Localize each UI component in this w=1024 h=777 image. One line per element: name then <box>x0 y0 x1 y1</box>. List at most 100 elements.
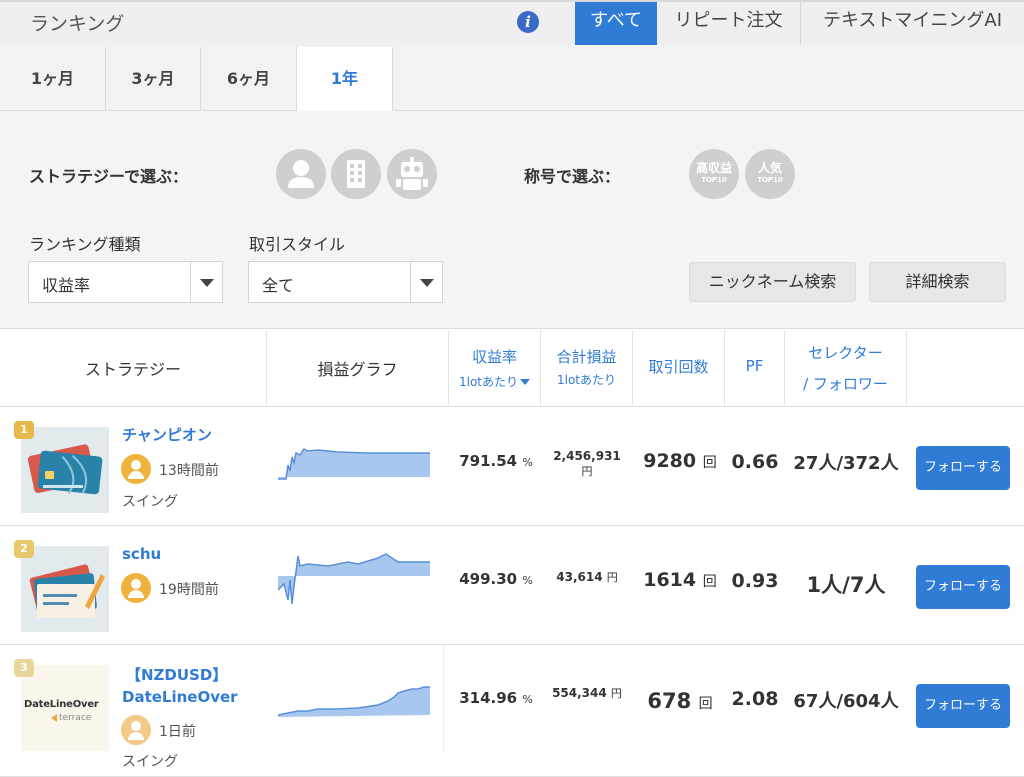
profit-rate-value: 499.30 <box>459 570 518 588</box>
rank-badge: 3 <box>14 659 34 677</box>
selector-follower-count: 27人/372人 <box>793 453 899 474</box>
trade-count-value: 9280 <box>643 450 697 472</box>
person-icon[interactable] <box>276 149 326 199</box>
chevron-down-icon <box>410 262 442 302</box>
profit-factor: 0.93 <box>731 570 779 592</box>
trade-style: スイング <box>122 494 178 510</box>
updated-time: 19時間前 <box>159 582 219 598</box>
header-trades-label: 取引回数 <box>648 358 709 376</box>
rank-badge: 1 <box>14 421 34 439</box>
trade-count-value: 678 <box>647 689 692 713</box>
total-profit: 554,344 円 <box>545 686 629 701</box>
table-row: DateLineOver terrace 3 【NZDUSD】 DateLine… <box>0 645 1024 777</box>
thumbnail-brand: DateLineOver <box>24 699 99 710</box>
trade-style-value: 全て <box>262 276 295 295</box>
updated-time: 1日前 <box>159 724 196 740</box>
tab-text-mining-ai[interactable]: テキストマイニングAI <box>800 2 1024 45</box>
profit-rate-value: 314.96 <box>459 689 518 707</box>
arrow-left-icon <box>51 714 57 722</box>
strategy-thumbnail[interactable] <box>21 427 109 513</box>
strategy-name-link[interactable]: schu <box>122 544 161 565</box>
profit-rate-unit: % <box>522 456 533 469</box>
user-avatar-icon[interactable] <box>121 454 151 484</box>
strategy-thumbnail[interactable]: DateLineOver terrace <box>21 665 109 751</box>
header-selector-follower[interactable]: セレクター / フォロワー <box>785 330 907 406</box>
rank-badge: 2 <box>14 540 34 558</box>
total-profit-value: 43,614 <box>556 570 603 584</box>
follow-button[interactable]: フォローする <box>916 446 1010 490</box>
total-profit-value: 554,344 <box>552 686 607 700</box>
header-profit-label: 合計損益 <box>556 348 617 366</box>
tab-all[interactable]: すべて <box>575 2 657 45</box>
strategy-filter-label: ストラテジーで選ぶ： <box>29 167 189 186</box>
total-profit-unit: 円 <box>581 465 593 478</box>
robot-icon[interactable] <box>387 149 437 199</box>
period-tab-1y[interactable]: 1年 <box>297 47 393 112</box>
user-avatar-icon[interactable] <box>121 715 151 745</box>
follow-button[interactable]: フォローする <box>916 684 1010 728</box>
profit-graph <box>278 553 430 605</box>
popular-badge[interactable]: 人気 TOP10 <box>745 149 795 199</box>
ranking-type-value: 収益率 <box>42 276 91 295</box>
header-trades[interactable]: 取引回数 <box>633 330 725 406</box>
sort-desc-icon <box>520 378 531 385</box>
header-follower-label: / フォロワー <box>803 375 888 393</box>
strategy-thumbnail[interactable] <box>21 546 109 632</box>
ranking-type-label: ランキング種類 <box>29 235 141 254</box>
trade-style: スイング <box>122 754 178 770</box>
period-tab-6m[interactable]: 6ヶ月 <box>201 47 297 111</box>
high-profit-badge-sub: TOP10 <box>701 176 727 184</box>
chevron-down-icon <box>190 262 222 302</box>
profit-graph <box>278 686 430 717</box>
table-header: ストラテジー 損益グラフ 収益率 1lotあたり 合計損益 1lotあたり 取引… <box>0 330 1024 407</box>
header-profit-sub: 1lotあたり <box>556 373 617 387</box>
profit-factor: 2.08 <box>731 688 779 710</box>
trade-count-unit: 回 <box>702 455 717 471</box>
trade-style-select[interactable]: 全て <box>248 261 443 303</box>
high-profit-badge[interactable]: 高収益 TOP10 <box>689 149 739 199</box>
popular-badge-label: 人気 <box>757 161 782 175</box>
selector-follower-count: 1人/7人 <box>806 573 886 597</box>
header-profit[interactable]: 合計損益 1lotあたり <box>541 330 633 406</box>
total-profit: 43,614 円 <box>545 570 629 585</box>
thumbnail-sub: terrace <box>59 713 92 723</box>
info-icon[interactable]: i <box>517 11 539 33</box>
header-rate[interactable]: 収益率 1lotあたり <box>449 330 541 406</box>
trade-count: 678 回 <box>636 689 724 713</box>
header-pf[interactable]: PF <box>725 330 785 406</box>
user-avatar-icon[interactable] <box>121 573 151 603</box>
building-icon[interactable] <box>331 149 381 199</box>
table-row: 1 チャンピオン 13時間前 スイング 791.54 % 2,456,931 円 … <box>0 407 1024 526</box>
trade-count: 9280 回 <box>636 450 724 472</box>
total-profit: 2,456,931 円 <box>545 449 629 479</box>
header-selector-label: セレクター <box>808 344 883 362</box>
profit-rate: 314.96 % <box>456 689 536 707</box>
header-strategy: ストラテジー <box>0 330 267 406</box>
total-profit-unit: 円 <box>606 571 618 584</box>
strategy-name-link[interactable]: チャンピオン <box>122 425 212 446</box>
profit-graph <box>278 448 430 480</box>
popular-badge-sub: TOP10 <box>757 176 783 184</box>
strategy-name-link-2[interactable]: DateLineOver <box>122 687 238 708</box>
nickname-search-button[interactable]: ニックネーム検索 <box>689 262 856 302</box>
detail-search-button[interactable]: 詳細検索 <box>869 262 1006 302</box>
profit-rate-unit: % <box>522 574 533 587</box>
tab-repeat-order[interactable]: リピート注文 <box>657 2 800 45</box>
profit-rate: 499.30 % <box>456 570 536 588</box>
profit-rate-unit: % <box>522 693 533 706</box>
trade-count: 1614 回 <box>636 569 724 591</box>
title-filter-label: 称号で選ぶ： <box>524 167 621 186</box>
selector-follower-count: 67人/604人 <box>793 691 899 712</box>
header-graph-label: 損益グラフ <box>317 360 398 379</box>
follow-button[interactable]: フォローする <box>916 565 1010 609</box>
header-graph: 損益グラフ <box>267 330 449 406</box>
ranking-type-select[interactable]: 収益率 <box>28 261 223 303</box>
trade-count-unit: 回 <box>698 696 713 712</box>
top-bar: ランキング i すべて リピート注文 テキストマイニングAI <box>0 0 1024 45</box>
header-pf-label: PF <box>745 357 764 375</box>
period-tabs: 1ヶ月 3ヶ月 6ヶ月 1年 <box>0 45 1024 112</box>
period-tab-1m[interactable]: 1ヶ月 <box>0 47 106 111</box>
profit-rate-value: 791.54 <box>459 452 518 470</box>
strategy-name-link[interactable]: 【NZDUSD】 <box>126 665 227 686</box>
period-tab-3m[interactable]: 3ヶ月 <box>106 47 201 111</box>
